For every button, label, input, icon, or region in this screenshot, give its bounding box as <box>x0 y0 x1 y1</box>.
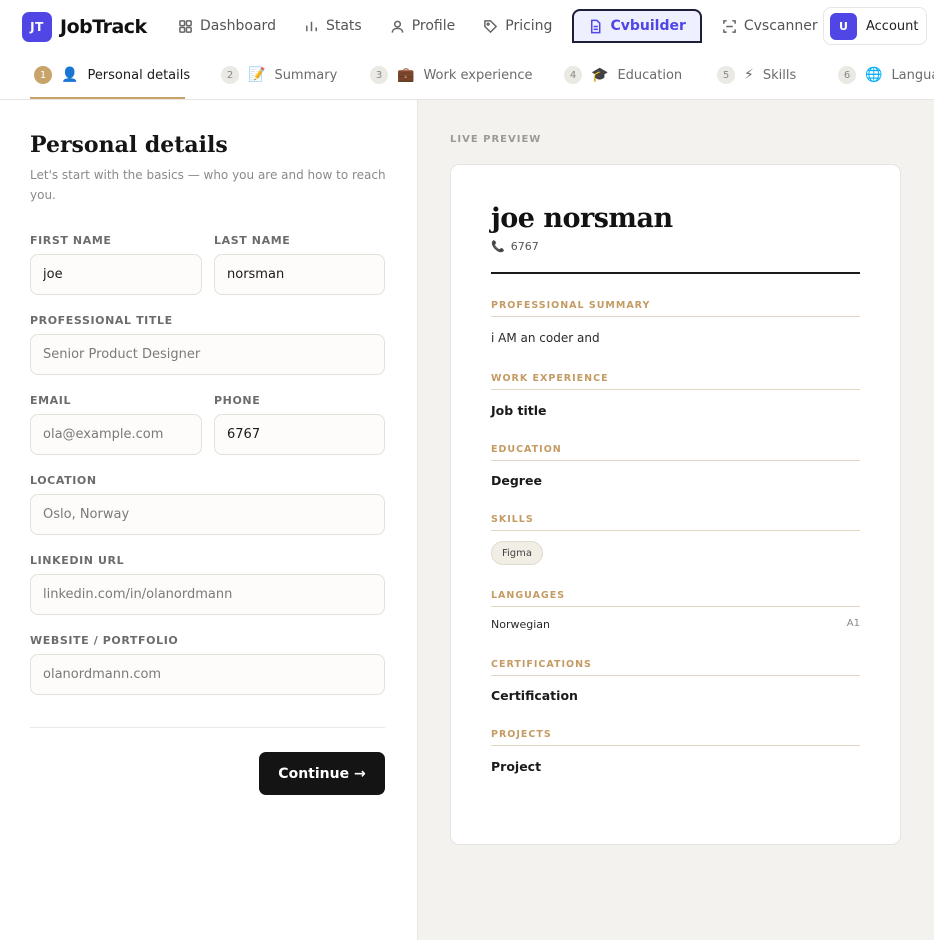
step-languages[interactable]: 6 🌐 Langua <box>838 50 934 99</box>
step-number: 4 <box>564 66 582 84</box>
globe-icon: 🌐 <box>865 67 883 83</box>
person-icon: 👤 <box>61 67 79 83</box>
cv-preview-card: joe norsman 📞 6767 PROFESSIONAL SUMMARY … <box>450 164 901 845</box>
step-education[interactable]: 4 🎓 Education <box>564 50 683 99</box>
email-field[interactable] <box>30 414 202 455</box>
step-label: Personal details <box>87 67 191 83</box>
cv-language-row: Norwegian A1 <box>491 618 860 631</box>
step-label: Skills <box>762 67 797 83</box>
website-input[interactable] <box>30 654 385 695</box>
location-label: LOCATION <box>30 474 97 487</box>
phone-label: PHONE <box>214 394 261 407</box>
cv-language-level: A1 <box>846 618 860 629</box>
cv-work-title: WORK EXPERIENCE <box>491 373 860 390</box>
step-label: Work experience <box>423 67 533 83</box>
page-subtitle: Let's start with the basics — who you ar… <box>30 168 386 202</box>
nav-item-dashboard[interactable]: Dashboard <box>170 9 284 43</box>
brand-name: JobTrack <box>60 16 147 38</box>
step-number: 3 <box>370 66 388 84</box>
graduation-cap-icon: 🎓 <box>591 67 609 83</box>
grid-icon <box>179 19 192 33</box>
professional-title-label: PROFESSIONAL TITLE <box>30 314 173 327</box>
form-divider <box>30 727 385 728</box>
preview-label: LIVE PREVIEW <box>450 134 542 145</box>
cv-certifications-title: CERTIFICATIONS <box>491 659 860 676</box>
account-label: Account <box>866 18 919 34</box>
step-summary[interactable]: 2 📝 Summary <box>221 50 338 99</box>
phone-field[interactable] <box>214 414 385 455</box>
avatar: U <box>830 12 857 40</box>
brand-logo: JT <box>22 12 52 42</box>
lightning-icon: ⚡ <box>744 67 754 83</box>
memo-icon: 📝 <box>248 67 266 83</box>
cv-skill-chip: Figma <box>491 541 544 565</box>
nav-item-cvbuilder[interactable]: Cvbuilder <box>572 9 702 43</box>
email-label: EMAIL <box>30 394 72 407</box>
active-step-indicator <box>30 97 185 99</box>
nav-item-label: Pricing <box>505 18 553 34</box>
nav-item-label: Dashboard <box>200 18 276 34</box>
tag-icon <box>484 19 498 33</box>
cv-skills-title: SKILLS <box>491 514 860 531</box>
nav-items: Dashboard Stats Profile Pricing Cvbuilde… <box>170 9 838 43</box>
step-number: 1 <box>34 66 52 84</box>
cv-language-name: Norwegian <box>491 618 550 631</box>
cv-header-rule <box>491 272 860 274</box>
cv-phone: 📞 6767 <box>491 240 539 253</box>
cv-summary-title: PROFESSIONAL SUMMARY <box>491 300 860 317</box>
linkedin-label: LINKEDIN URL <box>30 554 125 567</box>
nav-item-stats[interactable]: Stats <box>296 9 370 43</box>
cv-projects-title: PROJECTS <box>491 729 860 746</box>
step-number: 6 <box>838 66 856 84</box>
cv-name: joe norsman <box>491 203 673 234</box>
step-skills[interactable]: 5 ⚡ Skills <box>717 50 797 99</box>
nav-item-label: Profile <box>411 18 456 34</box>
step-label: Education <box>617 67 683 83</box>
page-title: Personal details <box>30 132 228 158</box>
preview-panel: LIVE PREVIEW joe norsman 📞 6767 PROFESSI… <box>418 100 934 940</box>
continue-button[interactable]: Continue → <box>259 752 385 795</box>
builder-steps: 1 👤 Personal details 2 📝 Summary 3 💼 Wor… <box>0 50 934 100</box>
first-name-label: FIRST NAME <box>30 234 112 247</box>
user-icon <box>391 20 404 33</box>
step-label: Langua <box>891 67 934 83</box>
account-button[interactable]: U Account <box>823 7 927 45</box>
website-label: WEBSITE / PORTFOLIO <box>30 634 179 647</box>
document-icon <box>591 19 601 33</box>
cv-certification-item: Certification <box>491 688 578 703</box>
location-input[interactable] <box>30 494 385 535</box>
nav-item-label: Cvscanner <box>743 18 818 34</box>
last-name-label: LAST NAME <box>214 234 291 247</box>
scan-icon <box>723 19 736 33</box>
first-name-input[interactable] <box>30 254 202 295</box>
briefcase-icon: 💼 <box>397 67 415 83</box>
cv-summary-text: i AM an coder and <box>491 331 600 345</box>
step-label: Summary <box>274 67 338 83</box>
top-navigation: JT JobTrack Dashboard Stats Profile Pric… <box>0 0 934 50</box>
nav-item-cvscanner[interactable]: Cvscanner <box>714 9 826 43</box>
step-work-experience[interactable]: 3 💼 Work experience <box>370 50 533 99</box>
phone-icon: 📞 <box>491 240 505 253</box>
cv-languages-title: LANGUAGES <box>491 590 860 607</box>
brand[interactable]: JT JobTrack <box>22 12 147 42</box>
form-panel: Personal details Let's start with the ba… <box>0 100 418 940</box>
last-name-input[interactable] <box>214 254 385 295</box>
step-personal-details[interactable]: 1 👤 Personal details <box>34 50 191 99</box>
cv-phone-number: 6767 <box>510 240 539 253</box>
cv-education-item: Degree <box>491 473 542 488</box>
bar-chart-icon <box>306 21 317 31</box>
nav-item-label: Cvbuilder <box>610 18 686 34</box>
nav-item-label: Stats <box>325 18 362 34</box>
nav-item-profile[interactable]: Profile <box>382 9 464 43</box>
step-number: 5 <box>717 66 735 84</box>
nav-item-pricing[interactable]: Pricing <box>475 9 560 43</box>
step-number: 2 <box>221 66 239 84</box>
linkedin-input[interactable] <box>30 574 385 615</box>
professional-title-input[interactable] <box>30 334 385 375</box>
cv-education-title: EDUCATION <box>491 444 860 461</box>
cv-project-item: Project <box>491 759 542 774</box>
cv-work-item: Job title <box>491 403 547 418</box>
